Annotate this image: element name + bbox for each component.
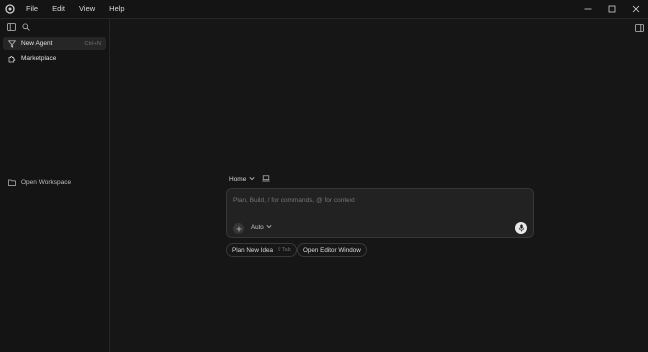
- close-icon: [632, 5, 640, 13]
- open-editor-window-button[interactable]: Open Editor Window: [297, 243, 367, 257]
- minimize-button[interactable]: [576, 0, 600, 18]
- composer: Auto: [226, 188, 534, 238]
- maximize-icon: [608, 5, 616, 13]
- app-logo-icon: [3, 2, 17, 16]
- location-selector[interactable]: Home: [229, 175, 270, 184]
- open-workspace-button[interactable]: Open Workspace: [3, 176, 106, 189]
- maximize-button[interactable]: [600, 0, 624, 18]
- new-agent-label: New Agent: [21, 40, 53, 47]
- puzzle-icon: [7, 54, 17, 64]
- open-workspace-label: Open Workspace: [21, 179, 72, 186]
- window-controls: [576, 0, 648, 18]
- search-icon[interactable]: [21, 22, 31, 32]
- close-button[interactable]: [624, 0, 648, 18]
- location-label: Home: [229, 176, 247, 183]
- marketplace-label: Marketplace: [21, 55, 57, 62]
- add-context-button[interactable]: [233, 223, 244, 234]
- menu-view[interactable]: View: [72, 0, 102, 18]
- menu-file[interactable]: File: [19, 0, 45, 18]
- microphone-icon: [518, 224, 524, 232]
- sidebar-toolbar: [0, 19, 109, 35]
- microphone-button[interactable]: [515, 222, 527, 234]
- panel-toggle-icon[interactable]: [634, 23, 644, 33]
- title-bar: File Edit View Help: [0, 0, 648, 19]
- filter-icon: [7, 39, 17, 49]
- menu-help[interactable]: Help: [102, 0, 131, 18]
- open-editor-window-label: Open Editor Window: [303, 246, 361, 254]
- chevron-down-icon: [249, 176, 255, 183]
- prompt-input[interactable]: [233, 195, 523, 205]
- sidebar-toggle-icon[interactable]: [6, 22, 16, 32]
- folder-icon: [7, 178, 17, 188]
- sidebar-item-new-agent[interactable]: New Agent Ctrl+N: [3, 37, 106, 50]
- plan-new-idea-label: Plan New Idea: [232, 246, 273, 254]
- new-agent-shortcut: Ctrl+N: [84, 40, 101, 47]
- minimize-icon: [584, 8, 592, 10]
- plus-icon: [236, 226, 241, 231]
- sidebar-item-marketplace[interactable]: Marketplace: [3, 52, 106, 65]
- menu-bar: File Edit View Help: [19, 0, 132, 18]
- sidebar: New Agent Ctrl+N Marketplace Open Worksp…: [0, 19, 110, 352]
- device-icon[interactable]: [262, 175, 270, 184]
- mode-label: Auto: [251, 224, 264, 231]
- mode-selector[interactable]: Auto: [251, 224, 272, 231]
- menu-edit[interactable]: Edit: [45, 0, 72, 18]
- chevron-down-icon: [266, 224, 272, 231]
- plan-new-idea-button[interactable]: Plan New Idea ⇧Tab: [226, 243, 297, 257]
- plan-shortcut: ⇧Tab: [276, 247, 291, 253]
